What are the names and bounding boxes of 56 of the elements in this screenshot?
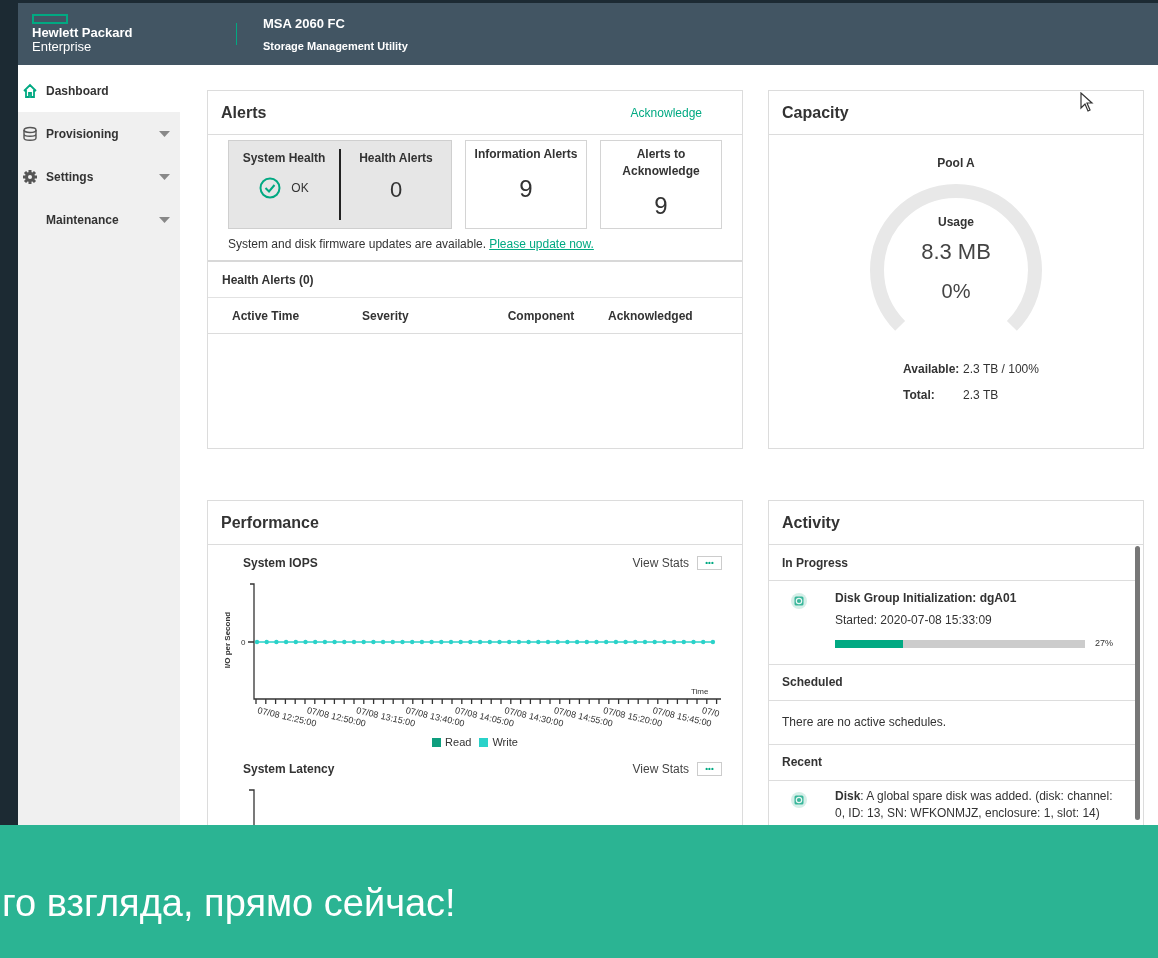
- card-title: Alerts: [221, 102, 267, 123]
- notice-text: System and disk firmware updates are available.: [228, 236, 487, 253]
- legend-label: Write: [492, 735, 518, 750]
- view-stats-link[interactable]: View Stats: [632, 554, 689, 572]
- tick-label: 0: [241, 638, 246, 647]
- event-description: Disk: A global spare disk was added. (disk: channel: 0, ID: 13, SN: WFKONMJZ, enclosure: 1, slot: 14): [835, 787, 1114, 822]
- sidebar-item[interactable]: Settings: [18, 155, 180, 198]
- chart-title: System IOPS: [243, 555, 319, 572]
- column-header: Severity: [362, 307, 410, 325]
- card-title: Activity: [782, 512, 840, 533]
- database-icon: [22, 125, 38, 142]
- card-title: Performance: [221, 512, 319, 533]
- axis-title: I/O per Second: [223, 611, 232, 669]
- health-status: OK: [291, 180, 309, 197]
- tile-count: 0: [389, 176, 403, 204]
- table-title: Health Alerts (0): [222, 271, 314, 289]
- section-title: In Progress: [782, 554, 849, 572]
- brand-name: Enterprise: [32, 40, 93, 54]
- field-label: Available:: [903, 361, 961, 378]
- home-icon: [22, 82, 38, 99]
- card-title: Capacity: [782, 102, 849, 123]
- tile-label: System Health: [242, 150, 326, 167]
- usage-percent: 0%: [941, 279, 971, 304]
- progress-percent: 27%: [1095, 637, 1113, 650]
- section-title: Recent: [782, 754, 822, 771]
- alert-tile[interactable]: Information Alerts 9: [465, 140, 587, 229]
- pool-name: Pool A: [937, 155, 975, 172]
- brand-name: Hewlett Packard: [32, 26, 134, 40]
- column-header: Active Time: [232, 307, 301, 325]
- task-start-time: Started: 2020-07-08 15:33:09: [835, 612, 993, 629]
- usage-value: 8.3 MB: [921, 238, 991, 266]
- tile-label: Health Alerts: [359, 150, 433, 167]
- chart-title: System Latency: [243, 760, 336, 778]
- view-stats-link[interactable]: View Stats: [632, 759, 689, 778]
- task-title: Disk Group Initialization: dgA01: [835, 590, 1018, 607]
- scrollbar-thumb[interactable]: [1135, 546, 1140, 820]
- column-header: Component: [506, 307, 576, 325]
- section-title: Scheduled: [782, 674, 843, 691]
- logo-mark-icon: [32, 14, 68, 24]
- empty-message: There are no active schedules.: [782, 714, 947, 731]
- sidebar-item[interactable]: Maintenance: [18, 198, 180, 241]
- app-subtitle: Storage Management Utility: [263, 38, 408, 54]
- activity-icon: [791, 791, 807, 808]
- caption-text: го взгляда, прямо сейчас!: [2, 881, 456, 926]
- product-name: MSA 2060 FC: [263, 15, 346, 33]
- axis-title: Time: [691, 687, 709, 696]
- field-label: Total:: [903, 387, 936, 404]
- column-header: Acknowledged: [608, 307, 694, 325]
- field-value: 2.3 TB: [963, 387, 1000, 404]
- field-value: 2.3 TB / 100%: [963, 361, 1039, 378]
- usage-label: Usage: [938, 214, 974, 231]
- alert-tile[interactable]: Alerts to Acknowledge 9: [600, 140, 722, 229]
- sidebar-item[interactable]: Provisioning: [18, 112, 180, 155]
- settings-icon: [22, 168, 38, 185]
- activity-icon: [791, 593, 807, 609]
- legend-label: Read: [445, 735, 472, 750]
